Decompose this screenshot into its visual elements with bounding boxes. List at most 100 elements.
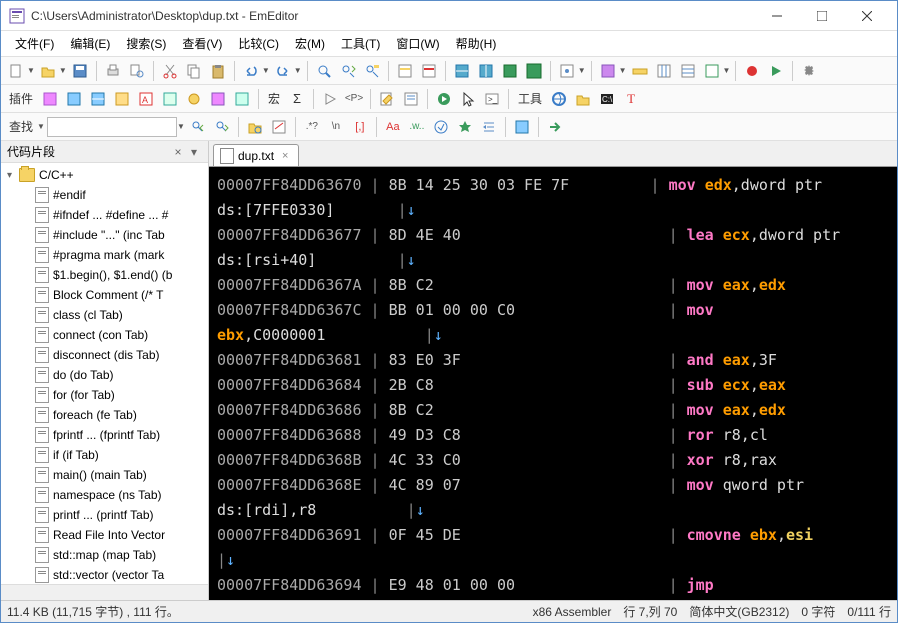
tree-item[interactable]: $1.begin(), $1.end() (b	[1, 265, 208, 285]
search-folder-button[interactable]	[244, 116, 266, 138]
tree-item[interactable]: do (do Tab)	[1, 365, 208, 385]
sidebar-close-button[interactable]: ×	[170, 144, 186, 160]
tree-item[interactable]: class (cl Tab)	[1, 305, 208, 325]
tree-item[interactable]: if (if Tab)	[1, 445, 208, 465]
tree-item[interactable]: for (for Tab)	[1, 385, 208, 405]
find-next-button[interactable]	[337, 60, 359, 82]
large-button[interactable]	[597, 60, 619, 82]
editor[interactable]: 00007FF84DD63670 | 8B 14 25 30 03 FE 7F …	[209, 167, 897, 600]
menu-tools[interactable]: 工具(T)	[333, 32, 388, 55]
undo-button[interactable]	[240, 60, 262, 82]
cursor-button[interactable]	[457, 88, 479, 110]
font-button[interactable]: T	[620, 88, 642, 110]
menu-compare[interactable]: 比较(C)	[230, 32, 287, 55]
tree-item[interactable]: fprintf ... (fprintf Tab)	[1, 425, 208, 445]
tree-item[interactable]: std::vector (vector Ta	[1, 565, 208, 584]
menu-window[interactable]: 窗口(W)	[388, 32, 447, 55]
tree-item[interactable]: printf ... (printf Tab)	[1, 505, 208, 525]
plugin8-button[interactable]	[207, 88, 229, 110]
macro-edit-button[interactable]	[376, 88, 398, 110]
tree-item[interactable]: std::map (map Tab)	[1, 545, 208, 565]
search-input[interactable]	[47, 117, 177, 137]
tree-item[interactable]: Read File Into Vector	[1, 525, 208, 545]
tree-item[interactable]: connect (con Tab)	[1, 325, 208, 345]
maximize-button[interactable]	[799, 2, 844, 30]
tree-item[interactable]: #endif	[1, 185, 208, 205]
csv1-button[interactable]	[653, 60, 675, 82]
menu-edit[interactable]: 编辑(E)	[62, 32, 118, 55]
tree-item[interactable]: main() (main Tab)	[1, 465, 208, 485]
search-prev-button[interactable]	[187, 116, 209, 138]
star-button[interactable]	[454, 116, 476, 138]
menu-search[interactable]: 搜索(S)	[118, 32, 174, 55]
macro-play-button[interactable]	[319, 88, 341, 110]
sidebar-menu-button[interactable]: ▾	[186, 144, 202, 160]
ie-button[interactable]	[548, 88, 570, 110]
cmd-button[interactable]: C:\	[596, 88, 618, 110]
redo-button[interactable]	[272, 60, 294, 82]
close-button[interactable]	[844, 2, 889, 30]
properties-button[interactable]	[556, 60, 578, 82]
menu-macro[interactable]: 宏(M)	[287, 32, 333, 55]
goto-button[interactable]	[544, 116, 566, 138]
plugin7-button[interactable]	[183, 88, 205, 110]
print-button[interactable]	[102, 60, 124, 82]
plugin3-button[interactable]	[87, 88, 109, 110]
window-single-button[interactable]	[499, 60, 521, 82]
case-button[interactable]: Aa	[382, 116, 404, 138]
csv3-button[interactable]	[701, 60, 723, 82]
menu-view[interactable]: 查看(V)	[174, 32, 230, 55]
tab-close-button[interactable]: ×	[282, 150, 288, 162]
replace-button[interactable]	[361, 60, 383, 82]
copy-button[interactable]	[183, 60, 205, 82]
tab-dup[interactable]: dup.txt ×	[213, 144, 299, 166]
newdoc-button[interactable]	[511, 116, 533, 138]
indent-button[interactable]	[478, 116, 500, 138]
print-preview-button[interactable]	[126, 60, 148, 82]
sidebar-hscroll[interactable]	[1, 584, 208, 600]
explorer-button[interactable]	[572, 88, 594, 110]
regex-button[interactable]: .*?	[301, 116, 323, 138]
window-h-button[interactable]	[451, 60, 473, 82]
escape-button[interactable]: \n	[325, 116, 347, 138]
tree-item[interactable]: #pragma mark (mark	[1, 245, 208, 265]
bracket-button[interactable]: [,]	[349, 116, 371, 138]
paste-button[interactable]	[207, 60, 229, 82]
tree-item[interactable]: disconnect (dis Tab)	[1, 345, 208, 365]
highlight2-button[interactable]	[418, 60, 440, 82]
sigma-button[interactable]: Σ	[286, 88, 308, 110]
macro-tag-button[interactable]: <P>	[343, 88, 365, 110]
settings-button[interactable]	[798, 60, 820, 82]
plugin4-button[interactable]	[111, 88, 133, 110]
search-next-button[interactable]	[211, 116, 233, 138]
plugin1-button[interactable]	[39, 88, 61, 110]
word-button[interactable]: .w..	[406, 116, 428, 138]
csv2-button[interactable]	[677, 60, 699, 82]
inc-button[interactable]	[430, 116, 452, 138]
menu-help[interactable]: 帮助(H)	[448, 32, 505, 55]
cut-button[interactable]	[159, 60, 181, 82]
tree-item[interactable]: #include "..." (inc Tab	[1, 225, 208, 245]
tree-root[interactable]: ▾ C/C++	[1, 165, 208, 185]
snippet-tree[interactable]: ▾ C/C++ #endif#ifndef ... #define ... ##…	[1, 163, 208, 584]
fullscreen-button[interactable]	[523, 60, 545, 82]
record-button[interactable]	[741, 60, 763, 82]
terminal-button[interactable]: >_	[481, 88, 503, 110]
save-button[interactable]	[69, 60, 91, 82]
window-v-button[interactable]	[475, 60, 497, 82]
highlight1-button[interactable]	[394, 60, 416, 82]
plugin5-button[interactable]: A	[135, 88, 157, 110]
new-button[interactable]	[5, 60, 27, 82]
macro-list-button[interactable]	[400, 88, 422, 110]
plugin6-button[interactable]	[159, 88, 181, 110]
tree-item[interactable]: Block Comment (/* T	[1, 285, 208, 305]
open-button[interactable]	[37, 60, 59, 82]
find-button[interactable]	[313, 60, 335, 82]
tree-item[interactable]: namespace (ns Tab)	[1, 485, 208, 505]
play-button[interactable]	[765, 60, 787, 82]
search-replace-button[interactable]	[268, 116, 290, 138]
plugin9-button[interactable]	[231, 88, 253, 110]
minimize-button[interactable]	[754, 2, 799, 30]
ruler-button[interactable]	[629, 60, 651, 82]
collapse-icon[interactable]: ▾	[7, 170, 19, 181]
